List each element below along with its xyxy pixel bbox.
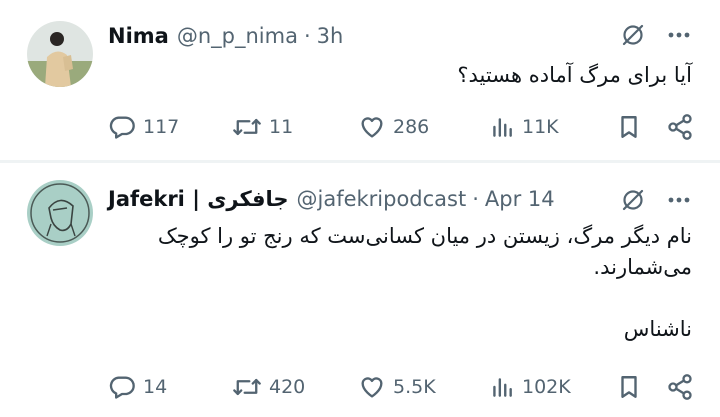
avatar[interactable] [27, 180, 93, 246]
retweet-button[interactable]: 11 [232, 112, 293, 142]
author-name[interactable]: Nima [108, 24, 169, 48]
tweet-text-line: می‌شمارند. [593, 255, 692, 279]
like-count: 286 [393, 116, 430, 138]
views-icon [489, 373, 515, 401]
tweet-header-actions [620, 187, 690, 213]
reply-icon [108, 113, 136, 141]
author-name[interactable]: Jafekri | جافکری [108, 187, 288, 211]
grok-icon[interactable] [620, 22, 646, 48]
avatar-logo [27, 180, 93, 246]
tweet-header: Jafekri | جافکری @jafekripodcast · Apr 1… [108, 184, 555, 214]
tweet-text: آیا برای مرگ آماده هستید؟ [108, 60, 692, 91]
separator: · [472, 187, 479, 211]
timestamp[interactable]: Apr 14 [485, 187, 555, 211]
reply-icon [108, 373, 136, 401]
like-button[interactable]: 286 [358, 112, 429, 142]
bookmark-button[interactable] [616, 112, 642, 142]
share-icon [666, 113, 694, 141]
views-icon [489, 113, 515, 141]
tweet-header-actions [620, 22, 690, 48]
views-button[interactable]: 11K [489, 112, 559, 142]
retweet-count: 11 [269, 116, 294, 138]
more-icon[interactable] [668, 187, 690, 213]
tweet-text: نام دیگر مرگ، زیستن در میان کسانی‌ست که … [108, 221, 692, 345]
tweet-header: Nima @n_p_nima · 3h [108, 21, 343, 51]
share-button[interactable] [666, 372, 694, 402]
views-button[interactable]: 102K [489, 372, 571, 402]
separator: · [303, 24, 311, 48]
bookmark-button[interactable] [616, 372, 642, 402]
share-icon [666, 373, 694, 401]
reply-count: 14 [143, 376, 168, 398]
tweet-text-line: آیا برای مرگ آماده هستید؟ [457, 63, 692, 87]
more-icon[interactable] [668, 22, 690, 48]
heart-icon [358, 113, 386, 141]
heart-icon [358, 373, 386, 401]
views-count: 102K [522, 376, 571, 398]
tweet-actions: 117 11 286 11K [108, 112, 693, 142]
author-handle[interactable]: @jafekripodcast [296, 187, 466, 211]
retweet-icon [232, 113, 262, 141]
retweet-count: 420 [269, 376, 306, 398]
tweet[interactable]: Jafekri | جافکری @jafekripodcast · Apr 1… [0, 163, 720, 417]
tweet-actions: 14 420 5.5K 102K [108, 372, 693, 402]
avatar[interactable] [27, 21, 93, 87]
reply-count: 117 [143, 116, 180, 138]
reply-button[interactable]: 117 [108, 112, 179, 142]
share-button[interactable] [666, 112, 694, 142]
tweet-text-line: نام دیگر مرگ، زیستن در میان کسانی‌ست که … [157, 224, 692, 248]
bookmark-icon [616, 113, 642, 141]
views-count: 11K [522, 116, 559, 138]
author-handle[interactable]: @n_p_nima [177, 24, 298, 48]
like-count: 5.5K [393, 376, 436, 398]
tweet-signature: ناشناس [623, 317, 692, 341]
retweet-icon [232, 373, 262, 401]
bookmark-icon [616, 373, 642, 401]
reply-button[interactable]: 14 [108, 372, 167, 402]
like-button[interactable]: 5.5K [358, 372, 436, 402]
tweet[interactable]: Nima @n_p_nima · 3h آیا برای مرگ آماده ه… [0, 0, 720, 163]
avatar-photo [27, 21, 93, 87]
grok-icon[interactable] [620, 187, 646, 213]
retweet-button[interactable]: 420 [232, 372, 305, 402]
timestamp[interactable]: 3h [317, 24, 344, 48]
